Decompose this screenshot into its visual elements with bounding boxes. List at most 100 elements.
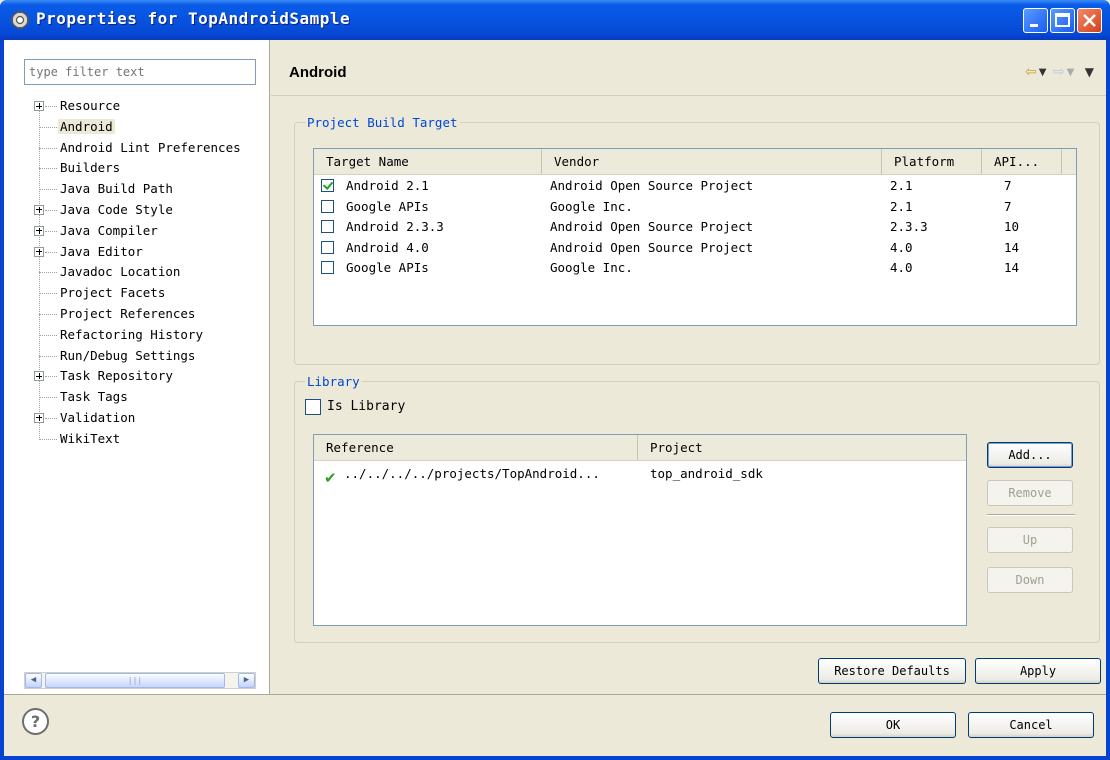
tree-item-label: Task Repository (60, 368, 173, 384)
back-arrow-icon[interactable]: ⇦ (1025, 64, 1037, 80)
target-checkbox[interactable] (321, 199, 334, 213)
expand-plus-icon[interactable] (34, 412, 44, 423)
library-project-name: top_android_sdk (650, 466, 763, 481)
target-checkbox[interactable] (321, 240, 334, 254)
maximize-icon (1055, 13, 1070, 27)
tree-item[interactable]: WikiText (30, 429, 266, 450)
tree-item[interactable]: Refactoring History (30, 325, 266, 346)
tree-item[interactable]: Android Lint Preferences (30, 138, 266, 159)
tree-item-label: Builders (60, 160, 121, 176)
api-level-cell: 10 (1004, 219, 1020, 235)
column-header-target-name[interactable]: Target Name (314, 149, 542, 174)
tree-item[interactable]: Java Editor (30, 242, 266, 263)
target-name-cell: Android 2.3.3 (346, 219, 444, 235)
properties-window: Properties for TopAndroidSample Resource… (0, 0, 1110, 760)
scroll-left-arrow-icon[interactable]: ◀ (25, 673, 42, 688)
page-title: Android (289, 64, 347, 81)
is-library-checkbox[interactable] (305, 399, 321, 415)
tree-connector (39, 168, 57, 170)
tree-connector (45, 376, 57, 378)
column-header-reference[interactable]: Reference (314, 435, 638, 460)
tree-item[interactable]: Run/Debug Settings (30, 346, 266, 367)
build-target-group-title: Project Build Target (305, 115, 460, 130)
table-row[interactable]: Google APIs Google Inc. 4.0 14 (314, 258, 1076, 278)
tree-item[interactable]: Resource (30, 96, 266, 117)
target-name-cell: Google APIs (346, 260, 429, 276)
tree-item-label: Java Editor (60, 243, 143, 259)
table-row[interactable]: Google APIs Google Inc. 2.1 7 (314, 197, 1076, 217)
tree-item-label: Android Lint Preferences (60, 139, 241, 155)
platform-cell: 4.0 (890, 239, 913, 255)
tree-item[interactable]: Java Build Path (30, 179, 266, 200)
apply-button[interactable]: Apply (975, 658, 1101, 684)
tree-item[interactable]: Task Repository (30, 366, 266, 387)
history-nav: ⇦ ▼ ⇨ ▼ ▼ (1023, 64, 1094, 80)
scroll-thumb[interactable]: ||| (45, 673, 225, 688)
forward-arrow-icon: ⇨ (1052, 64, 1065, 80)
table-row[interactable]: Android 2.1 Android Open Source Project 2.… (314, 176, 1076, 196)
move-down-button[interactable]: Down (987, 567, 1073, 593)
vendor-cell: Android Open Source Project (550, 178, 754, 193)
api-level-cell: 14 (1004, 260, 1020, 276)
tree-item[interactable]: Javadoc Location (30, 262, 266, 283)
title-bar[interactable]: Properties for TopAndroidSample (0, 0, 1110, 40)
tree-item[interactable]: Project Facets (30, 283, 266, 304)
target-checkbox[interactable] (321, 179, 334, 192)
column-header-vendor[interactable]: Vendor (542, 149, 882, 174)
help-icon[interactable]: ? (22, 708, 49, 735)
tree-item[interactable]: Builders (30, 158, 266, 179)
platform-cell: 4.0 (890, 260, 913, 276)
remove-library-button[interactable]: Remove (987, 480, 1073, 506)
minimize-button[interactable] (1023, 8, 1048, 33)
is-library-label[interactable]: Is Library (327, 399, 405, 414)
platform-cell: 2.1 (890, 198, 913, 214)
expand-plus-icon[interactable] (34, 225, 44, 236)
tree-item[interactable]: Java Compiler (30, 221, 266, 242)
view-menu-icon[interactable]: ▼ (1085, 65, 1094, 79)
column-header-project[interactable]: Project (638, 435, 966, 460)
tree-item[interactable]: Task Tags (30, 387, 266, 408)
add-library-button[interactable]: Add... (987, 442, 1073, 468)
tree-connector (45, 209, 57, 211)
forward-dropdown-icon: ▼ (1066, 66, 1075, 78)
horizontal-scrollbar[interactable]: ◀ ||| ▶ (24, 672, 256, 689)
tree-item-label: Java Build Path (60, 181, 173, 197)
expand-plus-icon[interactable] (34, 101, 44, 111)
dialog-client: Resource Android Android Lint Preferences B… (4, 40, 1106, 756)
table-row[interactable]: Android 4.0 Android Open Source Project 4.… (314, 238, 1076, 258)
property-tree: Resource Android Android Lint Preferences B… (30, 96, 266, 450)
tree-item[interactable]: Java Code Style (30, 200, 266, 221)
tree-item[interactable]: Android (30, 117, 266, 138)
tree-connector (39, 272, 57, 274)
library-reference-table[interactable]: Reference Project ✔ ../../../../projects… (313, 434, 967, 626)
window-title: Properties for TopAndroidSample (36, 9, 351, 28)
table-row[interactable]: Android 2.3.3 Android Open Source Project… (314, 217, 1076, 237)
tree-connector (45, 251, 57, 253)
restore-defaults-button[interactable]: Restore Defaults (818, 658, 966, 684)
move-up-button[interactable]: Up (987, 527, 1073, 553)
filter-input[interactable] (24, 59, 256, 85)
tree-item-label: Task Tags (60, 389, 128, 405)
close-button[interactable] (1077, 8, 1102, 33)
api-level-cell: 7 (1004, 198, 1012, 214)
tree-connector (39, 397, 57, 399)
scroll-right-arrow-icon[interactable]: ▶ (238, 673, 255, 688)
platform-cell: 2.3.3 (890, 219, 928, 235)
target-checkbox[interactable] (321, 220, 334, 234)
table-row[interactable]: ✔ ../../../../projects/TopAndroid... top… (314, 464, 966, 487)
tree-item[interactable]: Validation (30, 408, 266, 429)
build-target-table[interactable]: Target Name Vendor Platform API... Andro… (313, 148, 1077, 326)
column-header-platform[interactable]: Platform (882, 149, 982, 174)
ok-button[interactable]: OK (830, 712, 956, 738)
expand-plus-icon[interactable] (34, 204, 44, 215)
expand-plus-icon[interactable] (34, 246, 44, 257)
tree-connector (39, 334, 57, 336)
back-dropdown-icon[interactable]: ▼ (1039, 67, 1047, 78)
maximize-button[interactable] (1050, 8, 1075, 33)
cancel-button[interactable]: Cancel (968, 712, 1094, 738)
column-header-api[interactable]: API... (982, 149, 1062, 174)
target-checkbox[interactable] (321, 261, 334, 275)
library-group: Library Is Library Reference Project ✔ .… (294, 374, 1100, 643)
tree-item[interactable]: Project References (30, 304, 266, 325)
expand-plus-icon[interactable] (34, 371, 44, 382)
